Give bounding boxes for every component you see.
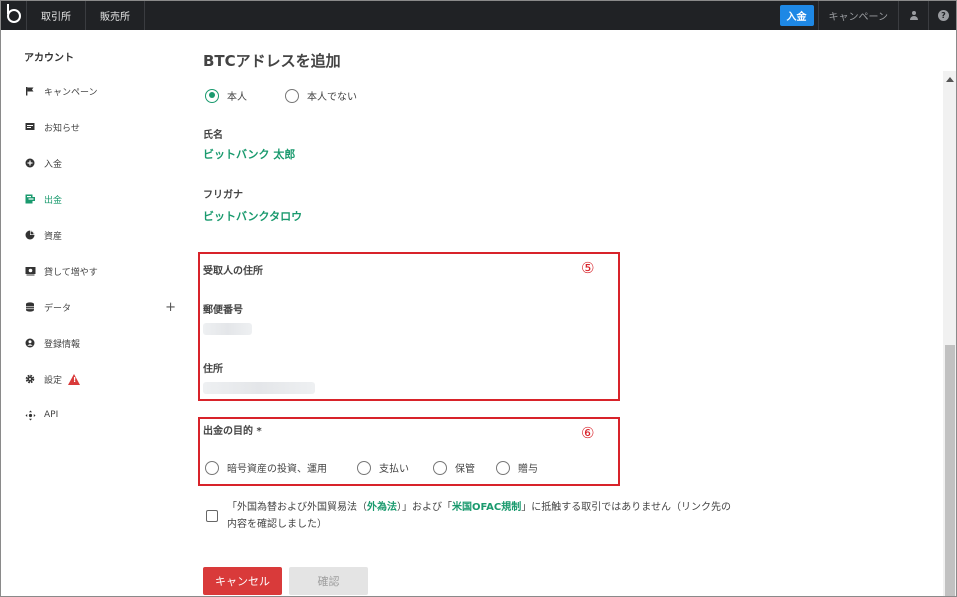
sidebar-item-data[interactable]: データ + bbox=[24, 299, 184, 315]
expand-plus-icon[interactable]: + bbox=[165, 300, 176, 315]
sidebar-item-label: 出金 bbox=[44, 195, 63, 206]
campaign-link[interactable]: キャンペーン bbox=[817, 1, 899, 30]
tab-store[interactable]: 販売所 bbox=[86, 1, 145, 30]
radio-self[interactable]: 本人 bbox=[205, 88, 247, 103]
sidebar-item-assets[interactable]: 資産 bbox=[24, 227, 184, 243]
name-value: ビットバンク 太郎 bbox=[203, 148, 296, 161]
gear-icon bbox=[24, 373, 36, 385]
sidebar-item-label: API bbox=[44, 410, 59, 420]
lending-icon bbox=[24, 265, 36, 277]
sidebar-title: アカウント bbox=[24, 53, 74, 64]
consent-text: 「外国為替および外国貿易法（外為法）」および「米国OFAC規制」に抵触する取引で… bbox=[227, 502, 731, 530]
consent-checkbox[interactable] bbox=[206, 510, 218, 522]
scrollbar-thumb[interactable] bbox=[945, 345, 955, 596]
scroll-up-arrow-icon[interactable] bbox=[946, 77, 954, 82]
user-icon bbox=[909, 10, 919, 21]
owner-radio-group: 本人 本人でない bbox=[205, 88, 395, 103]
cancel-button[interactable]: キャンセル bbox=[203, 567, 282, 595]
fx-law-link[interactable]: 外為法 bbox=[367, 502, 397, 513]
help-button[interactable]: ? bbox=[928, 1, 956, 30]
recipient-address-heading: 受取人の住所 bbox=[203, 266, 263, 277]
top-navbar: 取引所 販売所 入金 キャンペーン ? bbox=[1, 1, 957, 30]
sidebar-item-label: 入金 bbox=[44, 159, 63, 170]
sidebar-item-api[interactable]: API bbox=[24, 407, 184, 423]
kana-value: ビットバンクタロウ bbox=[203, 210, 303, 223]
radio-label: 本人 bbox=[227, 92, 247, 103]
sidebar-item-label: キャンペーン bbox=[44, 87, 98, 98]
app-window: 取引所 販売所 入金 キャンペーン ? アカウント キャンペーン お知らせ 入金… bbox=[0, 0, 957, 597]
address-value-redacted bbox=[203, 382, 315, 394]
purpose-label: 出金の目的 * bbox=[203, 426, 262, 437]
tab-exchange[interactable]: 取引所 bbox=[27, 1, 86, 30]
radio-button[interactable] bbox=[433, 460, 447, 475]
page-scrollbar[interactable] bbox=[943, 71, 956, 596]
sidebar-item-label: お知らせ bbox=[44, 123, 80, 134]
withdraw-icon bbox=[24, 193, 36, 205]
warning-icon: ! bbox=[68, 373, 81, 385]
sidebar-item-settings[interactable]: 設定 ! bbox=[24, 371, 184, 387]
user-menu-button[interactable] bbox=[898, 1, 928, 30]
sidebar-item-label: 登録情報 bbox=[44, 339, 81, 350]
api-icon bbox=[24, 409, 36, 421]
confirm-button[interactable]: 確認 bbox=[289, 567, 368, 595]
annotation-number-6: ⑥ bbox=[581, 424, 595, 442]
message-icon bbox=[24, 121, 36, 133]
plus-circle-icon bbox=[24, 157, 36, 169]
flag-icon bbox=[24, 85, 36, 97]
purpose-option-storage[interactable]: 保管 bbox=[433, 460, 475, 475]
topbar-actions: 入金 キャンペーン ? bbox=[779, 1, 957, 30]
sidebar-item-lending[interactable]: 貸して増やす bbox=[24, 263, 184, 279]
radio-label: 本人でない bbox=[307, 92, 357, 103]
radio-button[interactable] bbox=[205, 460, 219, 475]
purpose-option-payment[interactable]: 支払い bbox=[357, 460, 409, 475]
sidebar-item-registration[interactable]: 登録情報 bbox=[24, 335, 184, 351]
sidebar-item-deposit[interactable]: 入金 bbox=[24, 155, 184, 171]
sidebar-item-notices[interactable]: お知らせ bbox=[24, 119, 184, 135]
page-title: BTCアドレスを追加 bbox=[203, 52, 341, 70]
purpose-option-gift[interactable]: 贈与 bbox=[496, 460, 538, 475]
sidebar-item-label: データ bbox=[44, 303, 72, 314]
ofac-link[interactable]: 米国OFAC規制 bbox=[452, 502, 521, 513]
address-label: 住所 bbox=[203, 364, 223, 375]
main-content: BTCアドレスを追加 本人 本人でない 氏名 ビットバンク 太郎 フリガナ ビッ… bbox=[193, 30, 943, 596]
radio-button-checked[interactable] bbox=[205, 88, 219, 103]
sidebar-item-label: 設定 bbox=[44, 375, 63, 386]
help-icon: ? bbox=[938, 10, 949, 21]
sidebar-item-label: 資産 bbox=[44, 231, 63, 242]
sidebar-item-campaign[interactable]: キャンペーン bbox=[24, 83, 184, 99]
pie-chart-icon bbox=[24, 229, 36, 241]
radio-button[interactable] bbox=[357, 460, 371, 475]
database-icon bbox=[24, 301, 36, 313]
radio-label: 保管 bbox=[455, 464, 475, 475]
kana-label: フリガナ bbox=[203, 190, 243, 201]
radio-label: 支払い bbox=[379, 464, 409, 475]
radio-label: 暗号資産の投資、運用 bbox=[227, 464, 327, 475]
name-label: 氏名 bbox=[203, 130, 223, 141]
account-sidebar: アカウント キャンペーン お知らせ 入金 出金 資産 貸して増やす データ + … bbox=[2, 30, 192, 596]
sidebar-item-label: 貸して増やす bbox=[44, 267, 98, 278]
radio-button[interactable] bbox=[496, 460, 510, 475]
purpose-option-investment[interactable]: 暗号資産の投資、運用 bbox=[205, 460, 327, 475]
postal-code-value-redacted bbox=[203, 323, 252, 335]
radio-not-self[interactable]: 本人でない bbox=[285, 88, 357, 103]
account-icon bbox=[24, 337, 36, 349]
postal-code-label: 郵便番号 bbox=[203, 305, 243, 316]
bitbank-logo[interactable] bbox=[1, 1, 27, 30]
radio-button[interactable] bbox=[285, 88, 299, 103]
radio-label: 贈与 bbox=[518, 464, 538, 475]
sidebar-item-withdraw[interactable]: 出金 bbox=[24, 191, 184, 207]
deposit-button[interactable]: 入金 bbox=[779, 5, 814, 26]
annotation-number-5: ⑤ bbox=[581, 259, 595, 277]
logo-icon bbox=[6, 3, 21, 23]
